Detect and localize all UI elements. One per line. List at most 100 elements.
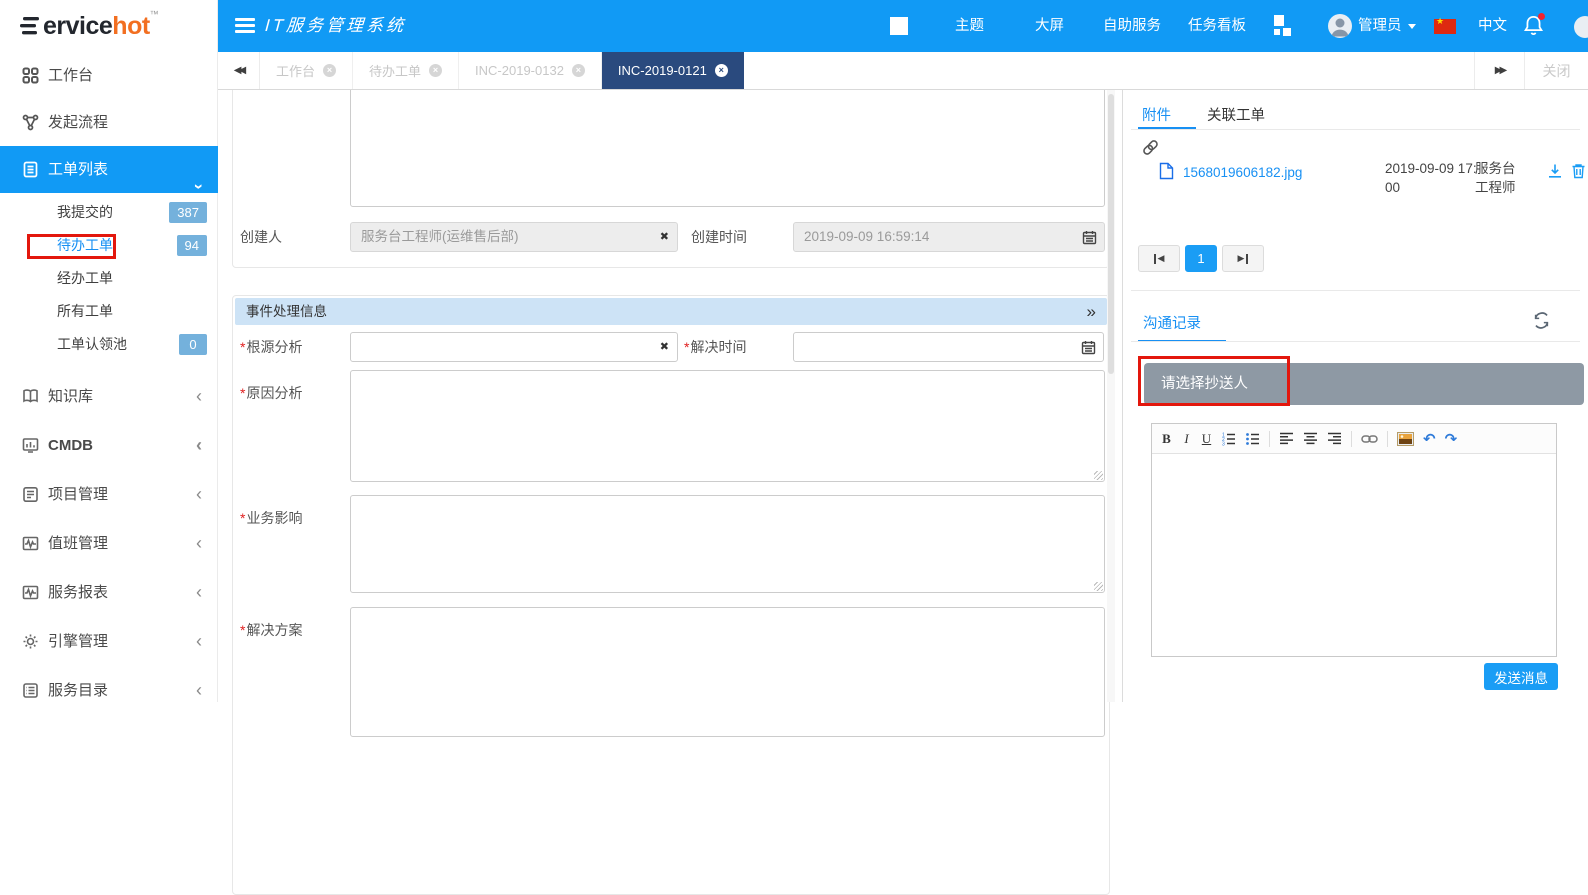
attach-link-icon[interactable] xyxy=(1141,138,1160,157)
sidebar-item-duty-mgmt[interactable]: 值班管理 ‹ xyxy=(0,519,218,568)
impact-textarea[interactable] xyxy=(350,495,1105,593)
underline-icon[interactable]: U xyxy=(1201,431,1212,447)
redo-icon[interactable]: ↷ xyxy=(1445,430,1458,448)
delete-trash-icon[interactable] xyxy=(1571,163,1586,179)
tab-close-icon[interactable]: × xyxy=(715,64,728,77)
tab-close-icon[interactable]: × xyxy=(572,64,585,77)
align-center-icon[interactable] xyxy=(1303,432,1318,445)
tab-close-icon[interactable]: × xyxy=(323,64,336,77)
menu-theme[interactable]: 主题 xyxy=(955,0,984,52)
menu-taskboard[interactable]: 任务看板 xyxy=(1188,0,1246,52)
chevron-down-icon: ‹ xyxy=(174,184,221,190)
calendar-icon[interactable] xyxy=(1081,340,1096,355)
tab-todo-tickets[interactable]: 待办工单 × xyxy=(353,52,459,89)
sidebar-subitem-todo-tickets[interactable]: 待办工单 94 xyxy=(0,229,218,262)
sidebar-item-service-report[interactable]: 服务报表 ‹ xyxy=(0,568,218,617)
align-right-icon[interactable] xyxy=(1327,432,1342,445)
required-mark: * xyxy=(240,510,245,526)
language-switch[interactable]: 中文 xyxy=(1478,0,1507,52)
avatar[interactable] xyxy=(1328,14,1352,38)
tabs-scroll-left-button[interactable]: ◀◀ xyxy=(218,52,260,89)
root-cause-field[interactable]: ✖ xyxy=(350,332,678,362)
pagination-page-1[interactable]: 1 xyxy=(1185,245,1217,272)
logo-text: ervice xyxy=(43,12,112,41)
sidebar-subitem-handled-tickets[interactable]: 经办工单 xyxy=(0,262,218,295)
solution-label: *解决方案 xyxy=(240,615,302,645)
sidebar-subitem-label: 经办工单 xyxy=(57,262,113,295)
section-title: 事件处理信息 xyxy=(246,304,327,319)
notification-dot xyxy=(1538,13,1545,20)
sidebar-item-label: 工作台 xyxy=(48,52,93,99)
bold-icon[interactable]: B xyxy=(1161,431,1172,447)
insert-link-icon[interactable] xyxy=(1361,433,1378,445)
sidebar-item-project-mgmt[interactable]: 项目管理 ‹ xyxy=(0,470,218,519)
pagination-first-button[interactable]: ◀ xyxy=(1138,245,1180,272)
tab-workbench[interactable]: 工作台 × xyxy=(260,52,353,89)
catalog-list-icon xyxy=(22,682,39,699)
sidebar-subitem-label: 我提交的 xyxy=(57,196,113,229)
menu-selfservice[interactable]: 自助服务 xyxy=(1103,0,1161,52)
menu-bigscreen[interactable]: 大屏 xyxy=(1035,0,1064,52)
required-mark: * xyxy=(240,622,245,638)
close-all-button[interactable]: 关闭 xyxy=(1524,52,1588,89)
sidebar-item-label: 服务报表 xyxy=(48,568,108,617)
bullet-list-icon[interactable] xyxy=(1245,432,1260,446)
sidebar-item-service-catalog[interactable]: 服务目录 ‹ xyxy=(0,666,218,715)
pagination-last-button[interactable]: ▶ xyxy=(1222,245,1264,272)
app-title: IT服务管理系统 xyxy=(263,0,408,52)
hamburger-menu-icon[interactable] xyxy=(235,18,255,36)
resize-grip[interactable] xyxy=(1094,471,1103,480)
align-left-icon[interactable] xyxy=(1279,432,1294,445)
tab-close-icon[interactable]: × xyxy=(429,64,442,77)
communication-log-title[interactable]: 沟通记录 xyxy=(1143,312,1201,333)
send-message-button[interactable]: 发送消息 xyxy=(1484,663,1558,690)
solution-textarea[interactable] xyxy=(350,607,1105,737)
calendar-icon[interactable] xyxy=(1082,230,1097,245)
sidebar-subitem-all-tickets[interactable]: 所有工单 xyxy=(0,295,218,328)
china-flag-icon[interactable]: ★ xyxy=(1434,19,1456,34)
ordered-list-icon[interactable]: 123 xyxy=(1221,432,1236,446)
sidebar-item-ticket-list[interactable]: 工单列表 ‹ xyxy=(0,146,218,193)
tabs-scroll-right-button[interactable]: ▶▶ xyxy=(1474,52,1524,89)
tab-label: INC-2019-0121 xyxy=(618,63,707,78)
content-scrollbar[interactable] xyxy=(1107,90,1115,702)
sidebar-subitem-claim-pool[interactable]: 工单认领池 0 xyxy=(0,328,218,361)
sidebar-item-start-flow[interactable]: 发起流程 xyxy=(0,99,218,146)
svg-text:3: 3 xyxy=(1222,441,1225,446)
sidebar-subitem-my-submitted[interactable]: 我提交的 387 xyxy=(0,196,218,229)
clear-icon[interactable]: ✖ xyxy=(660,333,669,361)
sidebar-item-workbench[interactable]: 工作台 xyxy=(0,52,218,99)
waveform-icon xyxy=(22,584,39,601)
download-icon[interactable] xyxy=(1547,163,1563,179)
tab-inc-2019-0132[interactable]: INC-2019-0132 × xyxy=(459,52,602,89)
clear-icon[interactable]: ✖ xyxy=(660,223,669,251)
divider xyxy=(1131,129,1580,130)
attachment-file-link[interactable]: 1568019606182.jpg xyxy=(1183,165,1302,180)
sidebar-item-engine-mgmt[interactable]: 引擎管理 ‹ xyxy=(0,617,218,666)
cc-select-bar[interactable]: 请选择抄送人 xyxy=(1144,363,1584,405)
topbar: IT服务管理系统 主题 大屏 自助服务 任务看板 管理员 ★ 中文 xyxy=(218,0,1588,52)
undo-icon[interactable]: ↶ xyxy=(1423,430,1436,448)
required-mark: * xyxy=(240,385,245,401)
description-textarea[interactable] xyxy=(350,82,1105,207)
scrollbar-thumb[interactable] xyxy=(1108,94,1114,374)
collapse-section-icon[interactable]: » xyxy=(1087,298,1094,325)
tab-related-tickets[interactable]: 关联工单 xyxy=(1207,104,1265,125)
tab-attachments[interactable]: 附件 xyxy=(1142,104,1171,125)
tab-label: 工作台 xyxy=(276,61,315,80)
user-menu[interactable]: 管理员 xyxy=(1358,0,1416,52)
resolve-time-field[interactable] xyxy=(793,332,1104,362)
notification-bell-icon[interactable] xyxy=(1524,15,1543,36)
theme-swatch[interactable] xyxy=(890,17,908,35)
sidebar-item-cmdb[interactable]: CMDB ‹ xyxy=(0,421,218,470)
resize-grip[interactable] xyxy=(1094,582,1103,591)
reason-textarea[interactable] xyxy=(350,370,1105,482)
insert-image-icon[interactable] xyxy=(1397,432,1414,446)
refresh-icon[interactable] xyxy=(1533,312,1550,329)
italic-icon[interactable]: I xyxy=(1181,431,1192,447)
sidebar-item-knowledge-base[interactable]: 知识库 ‹ xyxy=(0,372,218,421)
tab-inc-2019-0121[interactable]: INC-2019-0121 × xyxy=(602,52,744,89)
sidebar-subitem-label: 工单认领池 xyxy=(57,328,127,361)
editor-body[interactable] xyxy=(1152,454,1556,656)
blocks-icon[interactable] xyxy=(1271,14,1294,38)
